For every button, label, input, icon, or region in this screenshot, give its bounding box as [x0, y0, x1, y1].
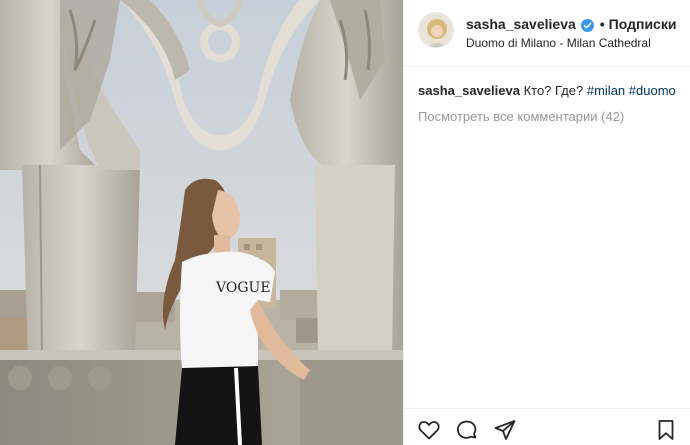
caption-username-link[interactable]: sasha_savelieva	[418, 83, 520, 98]
heart-icon[interactable]	[417, 418, 443, 444]
tshirt-print: VOGUE	[215, 280, 271, 296]
hashtag-milan[interactable]: #milan	[587, 83, 625, 98]
comment-icon[interactable]	[455, 418, 481, 444]
following-button[interactable]: Подписки	[609, 15, 677, 33]
verified-badge-icon	[580, 18, 594, 32]
bookmark-icon[interactable]	[654, 418, 680, 444]
post-header: sasha_savelieva • Подписки Duomo di Mila…	[404, 0, 690, 67]
post-photo[interactable]: VOGUE	[0, 0, 403, 445]
post-sidebar: sasha_savelieva • Подписки Duomo di Mila…	[403, 0, 690, 445]
post-caption: sasha_savelieva Кто? Где? #milan #duomo	[418, 82, 676, 100]
hashtag-duomo[interactable]: #duomo	[629, 83, 676, 98]
view-all-comments-link[interactable]: Посмотреть все комментарии (42)	[418, 108, 624, 126]
share-icon[interactable]	[493, 418, 519, 444]
location-link[interactable]: Duomo di Milano - Milan Cathedral	[466, 36, 651, 51]
caption-text: Кто? Где?	[523, 83, 584, 98]
action-bar	[404, 408, 690, 445]
username-link[interactable]: sasha_savelieva	[466, 15, 576, 33]
separator-dot: •	[599, 16, 605, 32]
avatar[interactable]	[418, 12, 454, 48]
header-user-line: sasha_savelieva • Подписки	[466, 15, 676, 33]
